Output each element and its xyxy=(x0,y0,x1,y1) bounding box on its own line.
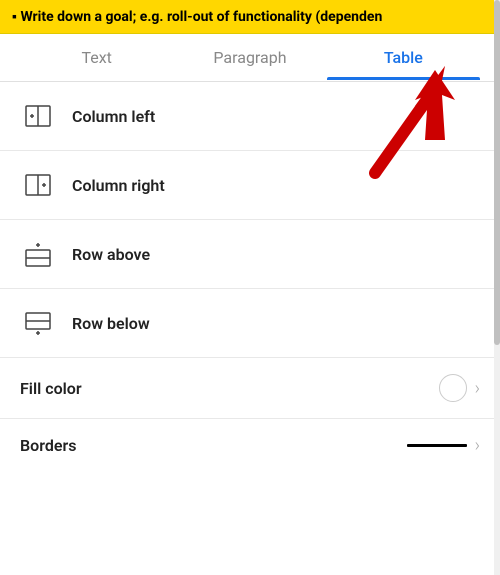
row-below-icon xyxy=(20,305,56,341)
column-left-icon xyxy=(20,98,56,134)
tab-paragraph[interactable]: Paragraph xyxy=(173,36,326,79)
column-right-label: Column right xyxy=(72,176,480,195)
menu-item-fill-color[interactable]: Fill color › xyxy=(0,358,500,419)
borders-right: › xyxy=(407,435,480,456)
fill-color-label: Fill color xyxy=(20,379,439,398)
menu-item-column-left[interactable]: Column left xyxy=(0,82,500,151)
tab-text[interactable]: Text xyxy=(20,36,173,79)
scrollbar[interactable] xyxy=(494,0,500,575)
top-banner: ▪ Write down a goal; e.g. roll-out of fu… xyxy=(0,0,500,34)
menu-item-row-below[interactable]: Row below xyxy=(0,289,500,358)
borders-line xyxy=(407,444,467,447)
fill-color-circle xyxy=(439,374,467,402)
menu-list: Column left Column right Row above xyxy=(0,82,500,472)
menu-item-column-right[interactable]: Column right xyxy=(0,151,500,220)
column-right-icon xyxy=(20,167,56,203)
top-banner-text: ▪ Write down a goal; e.g. roll-out of fu… xyxy=(12,9,382,25)
column-left-label: Column left xyxy=(72,107,480,126)
row-above-label: Row above xyxy=(72,245,480,264)
scrollbar-thumb xyxy=(494,0,500,345)
menu-item-row-above[interactable]: Row above xyxy=(0,220,500,289)
fill-color-chevron: › xyxy=(475,378,480,399)
tab-bar: Text Paragraph Table xyxy=(0,34,500,82)
row-above-icon xyxy=(20,236,56,272)
fill-color-right: › xyxy=(439,374,480,402)
menu-item-borders[interactable]: Borders › xyxy=(0,419,500,472)
row-below-label: Row below xyxy=(72,314,480,333)
borders-label: Borders xyxy=(20,436,407,455)
tab-table[interactable]: Table xyxy=(327,36,480,79)
borders-chevron: › xyxy=(475,435,480,456)
